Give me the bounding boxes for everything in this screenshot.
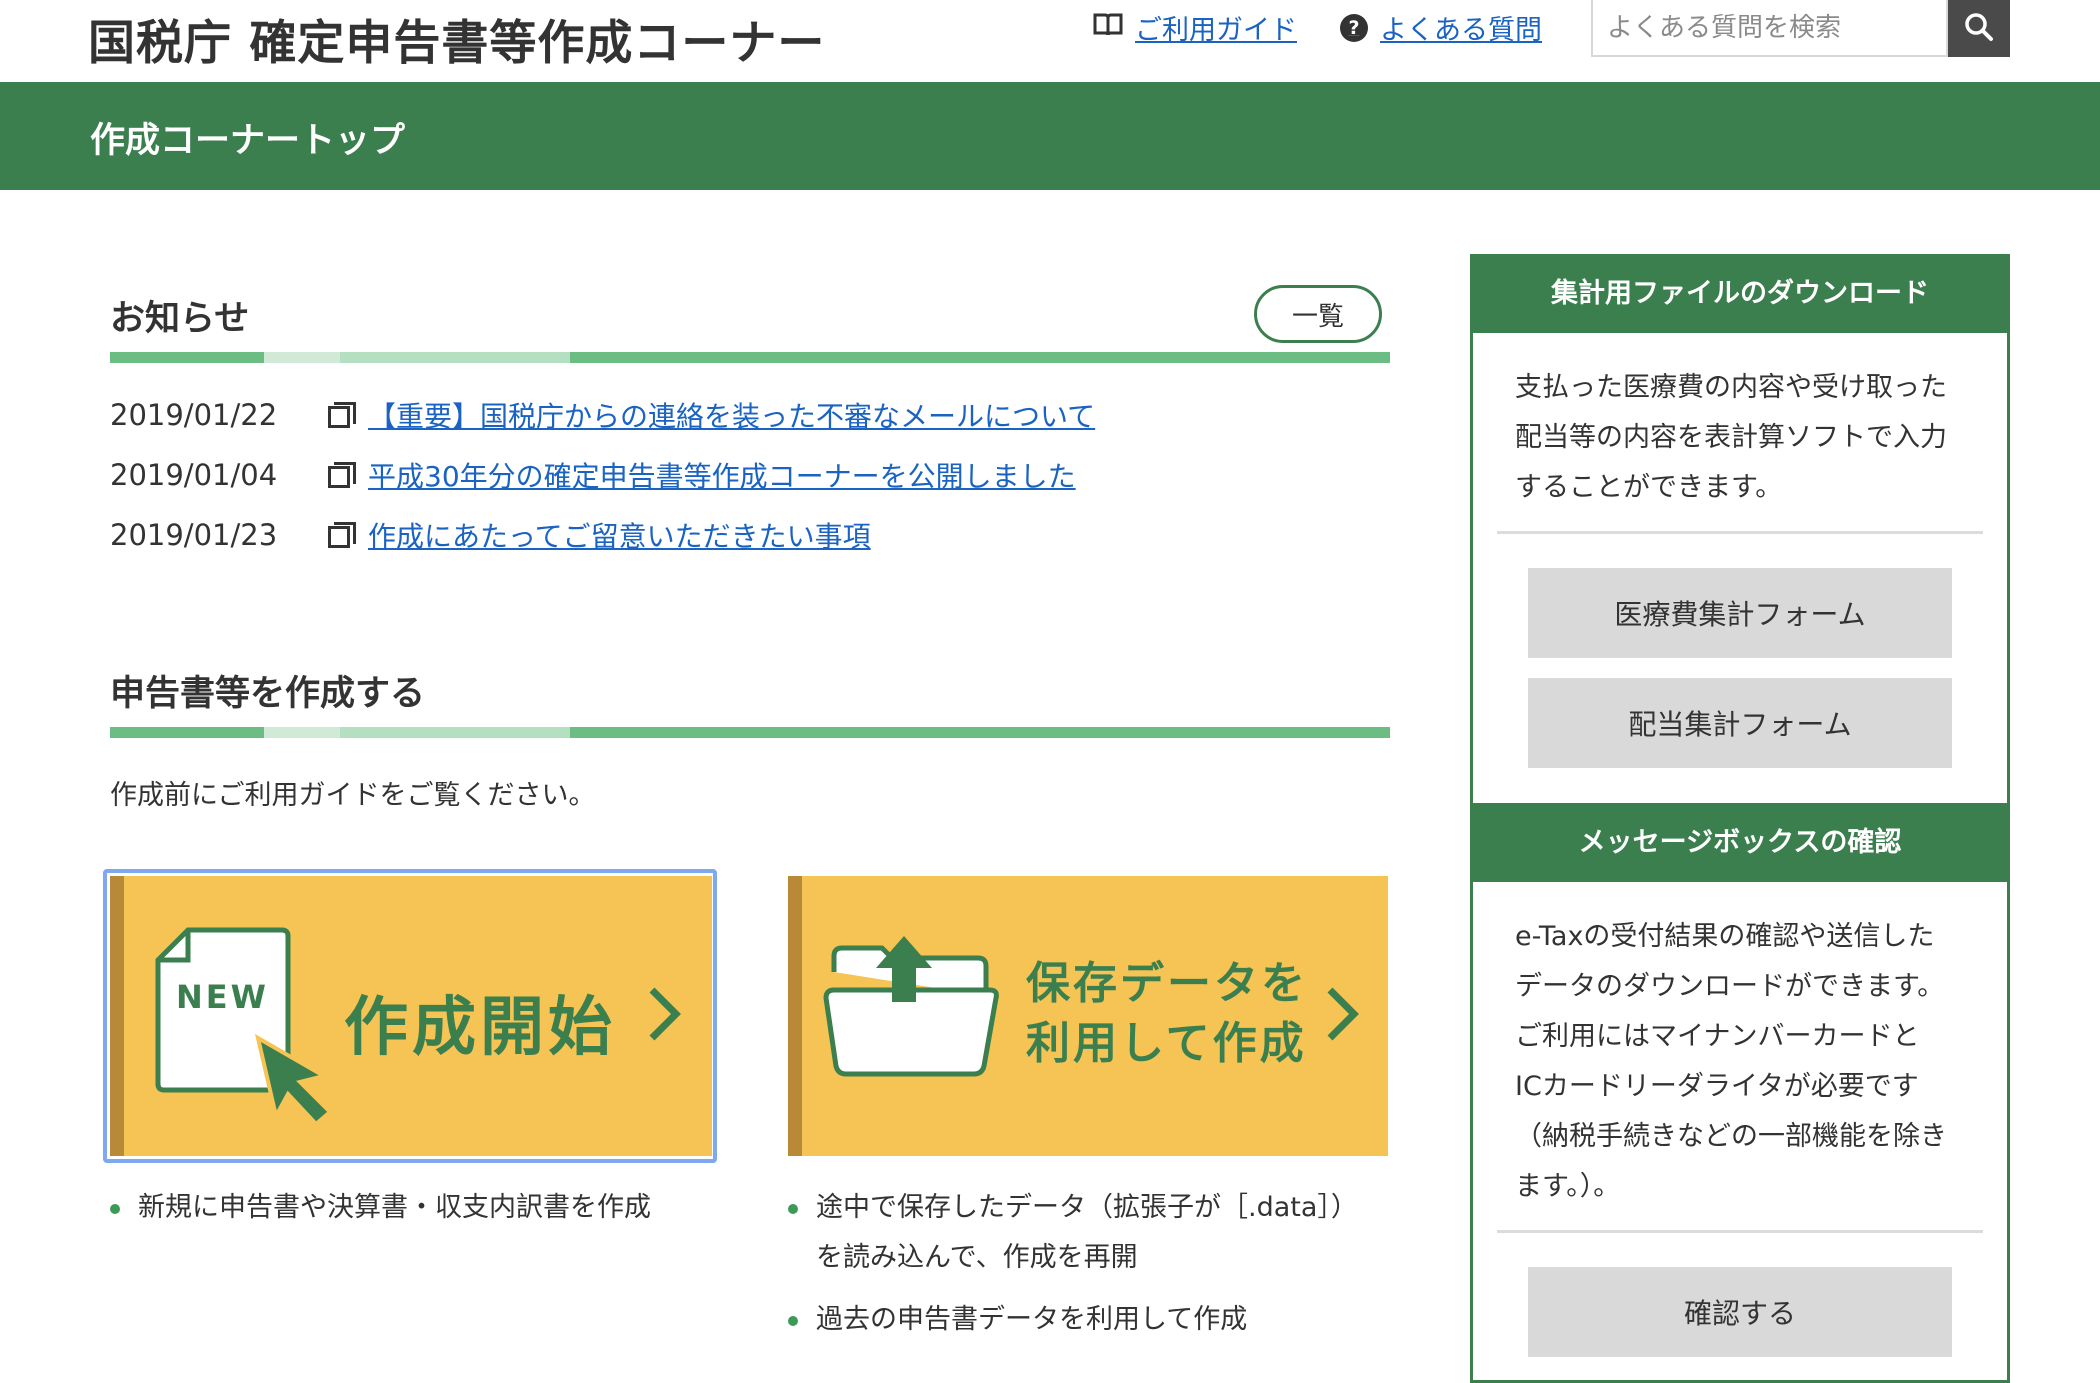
faq-link[interactable]: ? よくある質問 (1340, 8, 1542, 47)
guide-link-label[interactable]: ご利用ガイド (1135, 8, 1297, 47)
news-item: 2019/01/04 平成30年分の確定申告書等作成コーナーを公開しました (110, 455, 1076, 495)
messagebox-panel: メッセージボックスの確認 e-Taxの受付結果の確認や送信した データのダウンロ… (1470, 803, 2010, 1383)
desc-line: ICカードリーダライタが必要です (1515, 1071, 1919, 1102)
new-window-icon (328, 462, 356, 488)
desc-line: することができます。 (1515, 472, 1783, 503)
book-icon (1093, 11, 1123, 44)
question-icon: ? (1340, 13, 1368, 42)
news-list-button[interactable]: 一覧 (1254, 285, 1382, 343)
divider (1497, 531, 1983, 534)
download-panel: 集計用ファイルのダウンロード 支払った医療費の内容や受け取った 配当等の内容を表… (1470, 254, 2010, 806)
use-saved-data-label-line2: 利用して作成 (1026, 1018, 1307, 1069)
create-intro: 作成前にご利用ガイドをご覧ください。 (110, 780, 596, 811)
desc-line: ご利用にはマイナンバーカードと (1515, 1021, 1920, 1052)
create-heading-rule (110, 727, 1390, 738)
saved-card-bullet: 過去の申告書データを利用して作成 (788, 1295, 1247, 1345)
news-link[interactable]: 【重要】国税庁からの連絡を装った不審なメールについて (368, 395, 1095, 435)
site-title: 国税庁 確定申告書等作成コーナー (88, 16, 826, 71)
news-date: 2019/01/04 (110, 458, 278, 492)
guide-link[interactable]: ご利用ガイド (1093, 8, 1297, 47)
saved-card-bullet-line1: 途中で保存したデータ（拡張子が［.data］） (816, 1192, 1358, 1223)
news-link[interactable]: 作成にあたってご留意いただきたい事項 (368, 515, 871, 555)
page-title-bar: 作成コーナートップ (0, 82, 2100, 190)
download-panel-desc: 支払った医療費の内容や受け取った 配当等の内容を表計算ソフトで入力 することがで… (1473, 333, 2007, 513)
medical-expense-form-button[interactable]: 医療費集計フォーム (1528, 568, 1952, 658)
saved-card-bullet-line2: を読み込んで、作成を再開 (816, 1242, 1138, 1273)
messagebox-panel-title: メッセージボックスの確認 (1473, 806, 2007, 882)
download-panel-title: 集計用ファイルのダウンロード (1473, 257, 2007, 333)
confirm-button[interactable]: 確認する (1528, 1267, 1952, 1357)
new-document-icon: NEW (155, 927, 333, 1126)
desc-line: 支払った医療費の内容や受け取った (1515, 372, 1947, 403)
news-heading-rule (110, 352, 1390, 363)
desc-line: ます。）。 (1515, 1171, 1621, 1202)
news-date: 2019/01/22 (110, 398, 278, 432)
faq-link-label[interactable]: よくある質問 (1380, 8, 1542, 47)
chevron-right-icon (649, 987, 681, 1041)
saved-card-bullet: 途中で保存したデータ（拡張子が［.data］） を読み込んで、作成を再開 (788, 1183, 1358, 1283)
create-heading: 申告書等を作成する (110, 674, 426, 714)
search-button[interactable] (1948, 0, 2010, 57)
use-saved-data-label: 保存データを 利用して作成 (1026, 954, 1308, 1074)
chevron-right-icon (1327, 987, 1359, 1041)
desc-line: データのダウンロードができます。 (1515, 971, 1945, 1002)
svg-text:NEW: NEW (176, 978, 269, 1016)
desc-line: e-Taxの受付結果の確認や送信した (1515, 921, 1935, 952)
page-title: 作成コーナートップ (90, 121, 406, 161)
news-heading: お知らせ (110, 299, 250, 339)
start-new-label: 作成開始 (344, 991, 616, 1065)
new-card-bullet: 新規に申告書や決算書・収支内訳書を作成 (110, 1183, 651, 1233)
search-icon (1964, 12, 1994, 45)
use-saved-data-button[interactable]: 保存データを 利用して作成 (788, 876, 1388, 1156)
messagebox-panel-desc: e-Taxの受付結果の確認や送信した データのダウンロードができます。 ご利用に… (1473, 882, 2007, 1212)
desc-line: 配当等の内容を表計算ソフトで入力 (1515, 422, 1947, 453)
start-new-button[interactable]: NEW 作成開始 (110, 876, 712, 1156)
faq-search-input[interactable] (1591, 0, 1948, 57)
dividend-form-button[interactable]: 配当集計フォーム (1528, 678, 1952, 768)
new-window-icon (328, 522, 356, 548)
use-saved-data-label-line1: 保存データを (1026, 958, 1308, 1009)
folder-upload-icon (823, 936, 999, 1077)
news-link[interactable]: 平成30年分の確定申告書等作成コーナーを公開しました (368, 455, 1076, 495)
desc-line: （納税手続きなどの一部機能を除き (1515, 1121, 1947, 1152)
news-date: 2019/01/23 (110, 518, 278, 552)
divider (1497, 1230, 1983, 1233)
news-item: 2019/01/22 【重要】国税庁からの連絡を装った不審なメールについて (110, 395, 1095, 435)
new-window-icon (328, 402, 356, 428)
news-item: 2019/01/23 作成にあたってご留意いただきたい事項 (110, 515, 871, 555)
